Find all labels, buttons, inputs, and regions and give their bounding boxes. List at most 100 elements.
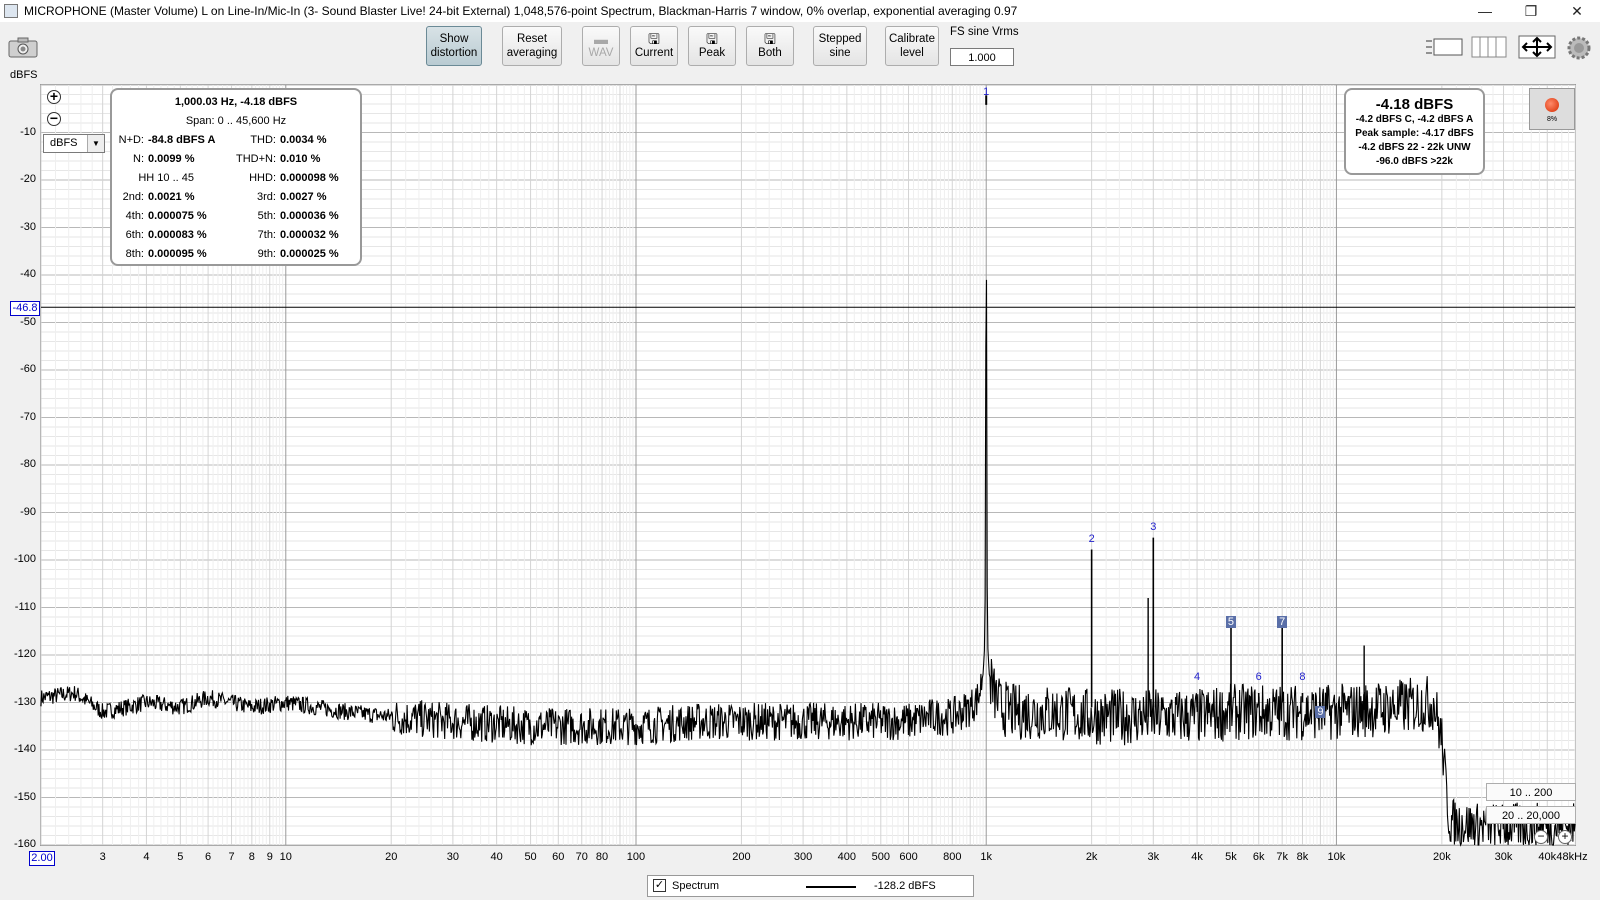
dist-label: N+D: [118, 134, 144, 146]
range-10-200-button[interactable]: 10 .. 200 [1486, 783, 1576, 801]
unit-select-value: dBFS [50, 137, 78, 149]
y-tick-label: -160 [13, 838, 36, 850]
dist-label: N: [133, 153, 144, 165]
y-tick-label: -120 [13, 648, 36, 660]
dist-value: 0.000036 % [280, 210, 339, 222]
x-tick-label: 600 [899, 851, 918, 863]
dist-label: THD: [250, 134, 276, 146]
x-tick-label: 7 [228, 851, 235, 863]
x-tick-label: 9 [266, 851, 273, 863]
x-tick-label: 3k [1147, 851, 1160, 863]
unit-select[interactable]: dBFS ▼ [43, 134, 105, 153]
x-tick-label: 10 [279, 851, 292, 863]
dist-value: 0.0099 % [148, 153, 195, 165]
zoom-out-icon[interactable]: − [47, 111, 61, 126]
dist-label: 9th: [257, 248, 276, 260]
x-tick-label: 500 [871, 851, 890, 863]
zoom-in-x-icon[interactable]: + [1558, 830, 1572, 844]
dist-label: HHD: [249, 172, 276, 184]
y-tick-label: -130 [13, 695, 36, 708]
x-tick-label: 40 [490, 851, 503, 863]
level-panel: -4.18 dBFS -4.2 dBFS C, -4.2 dBFS A Peak… [1344, 88, 1485, 175]
x-tick-label: 1k [980, 851, 993, 863]
dist-label: HH 10 .. 45 [138, 172, 194, 184]
x-tick-label: 20 [385, 851, 398, 863]
y-tick-label: -40 [20, 268, 36, 280]
x-tick-label: 800 [943, 851, 962, 863]
x-tick-label: 10k [1327, 851, 1346, 863]
x-tick-label: 6 [205, 851, 212, 863]
dist-value: 0.000075 % [148, 210, 207, 222]
peak-sample-readout: Peak sample: -4.17 dBFS [1355, 128, 1474, 139]
record-icon [1545, 98, 1559, 112]
x-tick-label: 40k [1538, 851, 1557, 863]
distortion-panel: 1,000.03 Hz, -4.18 dBFS Span: 0 .. 45,60… [110, 88, 362, 266]
x-tick-label: 60 [552, 851, 565, 863]
legend-line-swatch [806, 886, 856, 888]
dist-value: 0.000083 % [148, 229, 207, 241]
x-tick-label: 48kHz [1556, 851, 1588, 863]
harmonic-label-5: 5 [1225, 615, 1236, 628]
spectrum-trace [40, 279, 1576, 847]
harmonic-label-9: 9 [1315, 706, 1326, 718]
record-percent: 8% [1546, 116, 1558, 123]
harmonic-label-6: 6 [1255, 671, 1262, 684]
dist-label: 6th: [125, 229, 144, 241]
fundamental-readout: 1,000.03 Hz, -4.18 dBFS [174, 96, 298, 108]
x-tick-label: 80 [595, 851, 609, 863]
x-axis-start-field[interactable]: 2.00 [29, 851, 55, 866]
harmonic-label-4: 4 [1193, 671, 1201, 684]
harmonic-label-8: 8 [1299, 671, 1306, 684]
legend: ✓ Spectrum -128.2 dBFS [647, 875, 974, 897]
chevron-down-icon: ▼ [87, 135, 104, 152]
record-button[interactable]: 8% [1529, 88, 1575, 130]
zoom-out-x-icon[interactable]: − [1534, 830, 1548, 844]
dist-value: 0.010 % [280, 153, 321, 165]
unweighted-readout: -4.2 dBFS 22 - 22k UNW [1358, 142, 1471, 153]
spectrum-checkbox[interactable]: ✓ [653, 879, 666, 892]
x-tick-label: 7k [1276, 851, 1288, 863]
y-tick-label: -90 [20, 505, 36, 518]
dist-value: 0.000032 % [280, 229, 339, 241]
x-tick-label: 70 [575, 851, 588, 863]
dist-label: 3rd: [257, 191, 276, 203]
dist-label: 5th: [257, 210, 276, 222]
zoom-in-icon[interactable]: + [47, 89, 61, 104]
dist-label: 4th: [125, 210, 144, 222]
legend-series-name: Spectrum [672, 880, 720, 892]
cursor-level-field[interactable]: -46.8 [10, 301, 40, 316]
dist-label: THD+N: [235, 153, 276, 165]
y-tick-label: -150 [13, 790, 36, 803]
legend-series-value: -128.2 dBFS [874, 880, 936, 892]
y-tick-label: -110 [14, 600, 36, 613]
dist-value: -84.8 dBFS A [148, 134, 216, 146]
range-20-20000-button[interactable]: 20 .. 20,000 [1486, 806, 1576, 824]
x-tick-label: 50 [524, 851, 537, 863]
x-tick-label: 30k [1494, 851, 1513, 863]
y-tick-label: -80 [20, 458, 36, 470]
y-tick-label: -140 [13, 743, 36, 755]
x-tick-label: 3 [99, 851, 106, 863]
x-tick-label: 20k [1432, 851, 1451, 863]
y-tick-label: -50 [20, 315, 36, 328]
x-tick-label: 4k [1191, 851, 1203, 863]
harmonic-label-3: 3 [1150, 520, 1157, 533]
x-tick-label: 2k [1085, 851, 1098, 863]
above-22k-readout: -96.0 dBFS >22k [1376, 156, 1453, 167]
dist-value: 0.0027 % [280, 191, 327, 203]
x-tick-label: 30 [446, 851, 459, 863]
level-weighted-readout: -4.2 dBFS C, -4.2 dBFS A [1355, 114, 1474, 125]
y-tick-label: -70 [20, 410, 36, 423]
x-tick-label: 8k [1296, 851, 1309, 863]
x-tick-label: 5 [177, 851, 184, 863]
y-tick-label: -30 [20, 220, 36, 233]
harmonic-label-1: 1 [983, 86, 990, 98]
dist-value: 0.0034 % [280, 134, 327, 146]
dist-label: 7th: [257, 229, 276, 241]
y-tick-label: -10 [20, 125, 36, 138]
dist-label: 8th: [125, 248, 144, 260]
dist-label: 2nd: [122, 191, 144, 203]
x-tick-label: 5k [1225, 851, 1237, 863]
x-tick-label: 300 [793, 851, 813, 863]
harmonic-label-2: 2 [1088, 532, 1095, 545]
